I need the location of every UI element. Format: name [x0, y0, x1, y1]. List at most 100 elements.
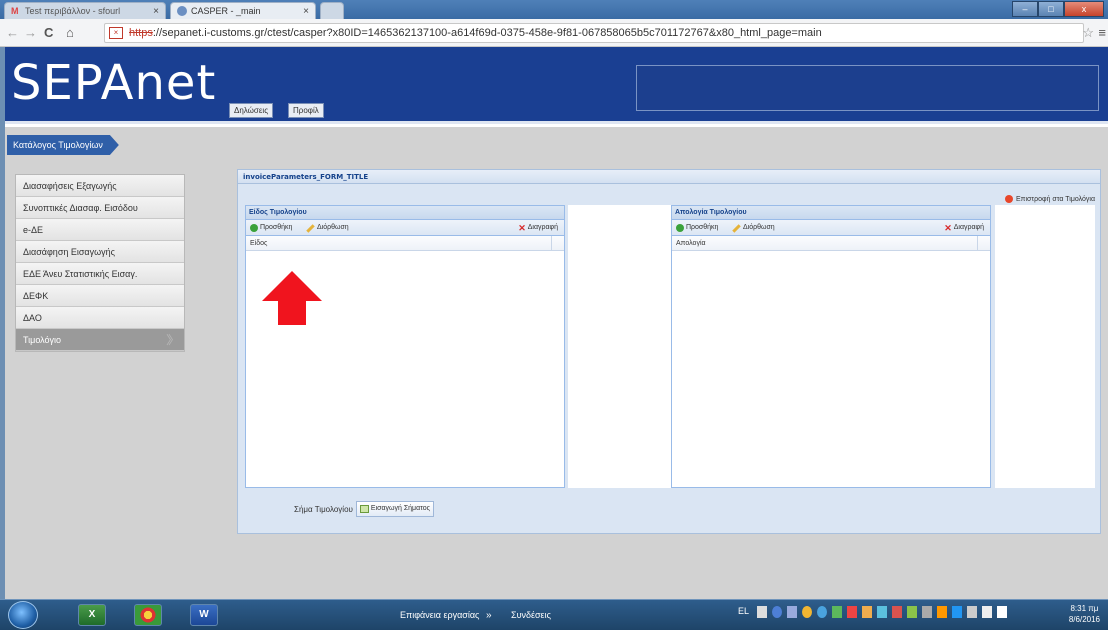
- panel-title: Είδος Τιμολογίου: [246, 206, 564, 220]
- url-input[interactable]: × https://sepanet.i-customs.gr/ctest/cas…: [104, 23, 1084, 43]
- browser-tab-casper[interactable]: CASPER - _main ×: [170, 2, 316, 19]
- star-icon[interactable]: ☆: [1082, 25, 1094, 41]
- url-text: ://sepanet.i-customs.gr/ctest/casper?x80…: [152, 27, 822, 39]
- help-icon[interactable]: [772, 606, 782, 618]
- home-icon[interactable]: ⌂: [66, 25, 74, 40]
- minimize-icon[interactable]: –: [1012, 1, 1038, 17]
- close-window-icon[interactable]: x: [1064, 1, 1104, 17]
- network-icon[interactable]: [967, 606, 977, 618]
- tray-app-icon[interactable]: [832, 606, 842, 618]
- sidebar-item-export-declarations[interactable]: Διασαφήσεις Εξαγωγής: [16, 175, 184, 197]
- chevron-icon[interactable]: »: [486, 610, 492, 621]
- tray-app-icon[interactable]: [922, 606, 932, 618]
- new-tab-button[interactable]: [320, 2, 344, 19]
- sidebar-item-e-de[interactable]: e-ΔΕ: [16, 219, 184, 241]
- profile-button[interactable]: Προφίλ: [288, 103, 324, 118]
- panel-spacer: [568, 205, 671, 488]
- tray-app-icon[interactable]: [892, 606, 902, 618]
- delete-label: Διαγραφή: [527, 224, 558, 231]
- import-logo-label: Εισαγωγή Σήματος: [370, 505, 431, 512]
- add-button[interactable]: Προσθήκη: [250, 220, 292, 236]
- links-toolbar[interactable]: Συνδέσεις: [511, 610, 551, 620]
- system-tray: EL: [738, 606, 1007, 618]
- browser-tab-test[interactable]: M Test περιβάλλον - sfourl ×: [4, 2, 166, 19]
- delete-button[interactable]: ✕ Διαγραφή: [944, 220, 984, 236]
- add-button[interactable]: Προσθήκη: [676, 220, 718, 236]
- volume-icon[interactable]: [982, 606, 992, 618]
- clock-date: 8/6/2016: [1068, 615, 1100, 624]
- invoice-apology-panel: Απολογία Τιμολογίου Προσθήκη Διόρθωση ✕ Δ…: [671, 205, 991, 488]
- grid-column-header[interactable]: Απολογία: [672, 236, 990, 251]
- word-icon[interactable]: W: [190, 604, 218, 626]
- close-tab-icon[interactable]: ×: [303, 6, 309, 17]
- back-to-invoices-link[interactable]: Επιστροφή στα Τιμολόγια: [1005, 195, 1095, 203]
- reload-icon[interactable]: C: [44, 25, 53, 40]
- edit-label: Διόρθωση: [317, 224, 349, 231]
- invoice-logo-label: Σήμα Τιμολογίου: [294, 504, 353, 514]
- tray-app-icon[interactable]: [862, 606, 872, 618]
- tray-app-icon[interactable]: [937, 606, 947, 618]
- back-icon[interactable]: ←: [6, 25, 19, 40]
- tray-app-icon[interactable]: [907, 606, 917, 618]
- start-button[interactable]: [8, 601, 38, 629]
- sidebar-item-dao[interactable]: ΔΑΟ: [16, 307, 184, 329]
- declarations-button[interactable]: Δηλώσεις: [229, 103, 274, 118]
- panel-toolbar: Προσθήκη Διόρθωση ✕ Διαγραφή: [672, 220, 990, 236]
- forward-icon[interactable]: →: [24, 25, 37, 40]
- tray-app-icon[interactable]: [787, 606, 797, 618]
- sidebar-item-import-declaration[interactable]: Διασάφηση Εισαγωγής: [16, 241, 184, 263]
- address-bar: ← → C ⌂ × https://sepanet.i-customs.gr/c…: [0, 19, 1108, 47]
- red-up-arrow-icon: [262, 271, 322, 325]
- taskbar-clock[interactable]: 8:31 πμ 8/6/2016: [1069, 603, 1100, 625]
- tab-label: CASPER - _main: [191, 6, 261, 16]
- sidebar-item-entry-summary[interactable]: Συνοπτικές Διασαφ. Εισόδου: [16, 197, 184, 219]
- sidebar-item-defk[interactable]: ΔΕΦΚ: [16, 285, 184, 307]
- language-indicator[interactable]: EL: [738, 606, 752, 618]
- import-logo-button[interactable]: Εισαγωγή Σήματος: [355, 501, 435, 517]
- close-tab-icon[interactable]: ×: [153, 6, 159, 17]
- app-header: SEPAnet Δηλώσεις Προφίλ: [5, 47, 1108, 124]
- excel-icon[interactable]: X: [78, 604, 106, 626]
- delete-button[interactable]: ✕ Διαγραφή: [518, 220, 558, 236]
- flag-icon[interactable]: [997, 606, 1007, 618]
- delete-icon: ✕: [518, 223, 526, 233]
- url-scheme: https: [129, 27, 153, 39]
- casper-favicon-icon: [177, 6, 187, 16]
- panel-toolbar: Προσθήκη Διόρθωση ✕ Διαγραφή: [246, 220, 564, 236]
- sepanet-app: SEPAnet Δηλώσεις Προφίλ Κατάλογος Τιμολο…: [5, 47, 1108, 599]
- delete-icon: ✕: [944, 223, 952, 233]
- tray-app-icon[interactable]: [952, 606, 962, 618]
- edit-button[interactable]: Διόρθωση: [306, 220, 349, 236]
- clock-time: 8:31 πμ: [1070, 604, 1099, 613]
- breadcrumb[interactable]: Κατάλογος Τιμολογίων: [7, 135, 119, 155]
- grid-column-header[interactable]: Είδος: [246, 236, 564, 251]
- back-icon: [1005, 195, 1013, 203]
- delete-label: Διαγραφή: [953, 224, 984, 231]
- main-content: Διασαφήσεις Εξαγωγής Συνοπτικές Διασαφ. …: [5, 161, 1108, 599]
- window-controls: – □ x: [1012, 1, 1104, 17]
- chrome-icon[interactable]: [134, 604, 162, 626]
- sepanet-logo: SEPAnet: [11, 55, 217, 111]
- tray-app-icon[interactable]: [817, 606, 827, 618]
- side-menu: Διασαφήσεις Εξαγωγής Συνοπτικές Διασαφ. …: [15, 174, 185, 352]
- tray-app-icon[interactable]: [847, 606, 857, 618]
- insecure-icon: ×: [109, 27, 123, 39]
- tray-app-icon[interactable]: [757, 606, 767, 618]
- add-icon: [250, 224, 258, 232]
- maximize-icon[interactable]: □: [1038, 1, 1064, 17]
- add-label: Προσθήκη: [686, 224, 719, 231]
- form-title: invoiceParameters_FORM_TITLE: [238, 170, 1100, 184]
- sidebar-item-invoice[interactable]: Τιμολόγιο: [16, 329, 184, 351]
- add-label: Προσθήκη: [260, 224, 293, 231]
- tray-app-icon[interactable]: [802, 606, 812, 618]
- invoice-parameters-form: invoiceParameters_FORM_TITLE Επιστροφή σ…: [237, 169, 1101, 534]
- image-icon: [359, 505, 369, 513]
- invoice-logo-row: Σήμα Τιμολογίου Εισαγωγή Σήματος: [294, 501, 435, 517]
- edit-button[interactable]: Διόρθωση: [732, 220, 775, 236]
- menu-icon[interactable]: ≡: [1098, 25, 1106, 40]
- sidebar-item-ede[interactable]: ΕΔΕ Άνευ Στατιστικής Εισαγ.: [16, 263, 184, 285]
- tray-app-icon[interactable]: [877, 606, 887, 618]
- gmail-icon: M: [11, 6, 19, 16]
- desktop-toolbar[interactable]: Επιφάνεια εργασίας: [400, 610, 479, 620]
- header-info-panel: [636, 65, 1099, 111]
